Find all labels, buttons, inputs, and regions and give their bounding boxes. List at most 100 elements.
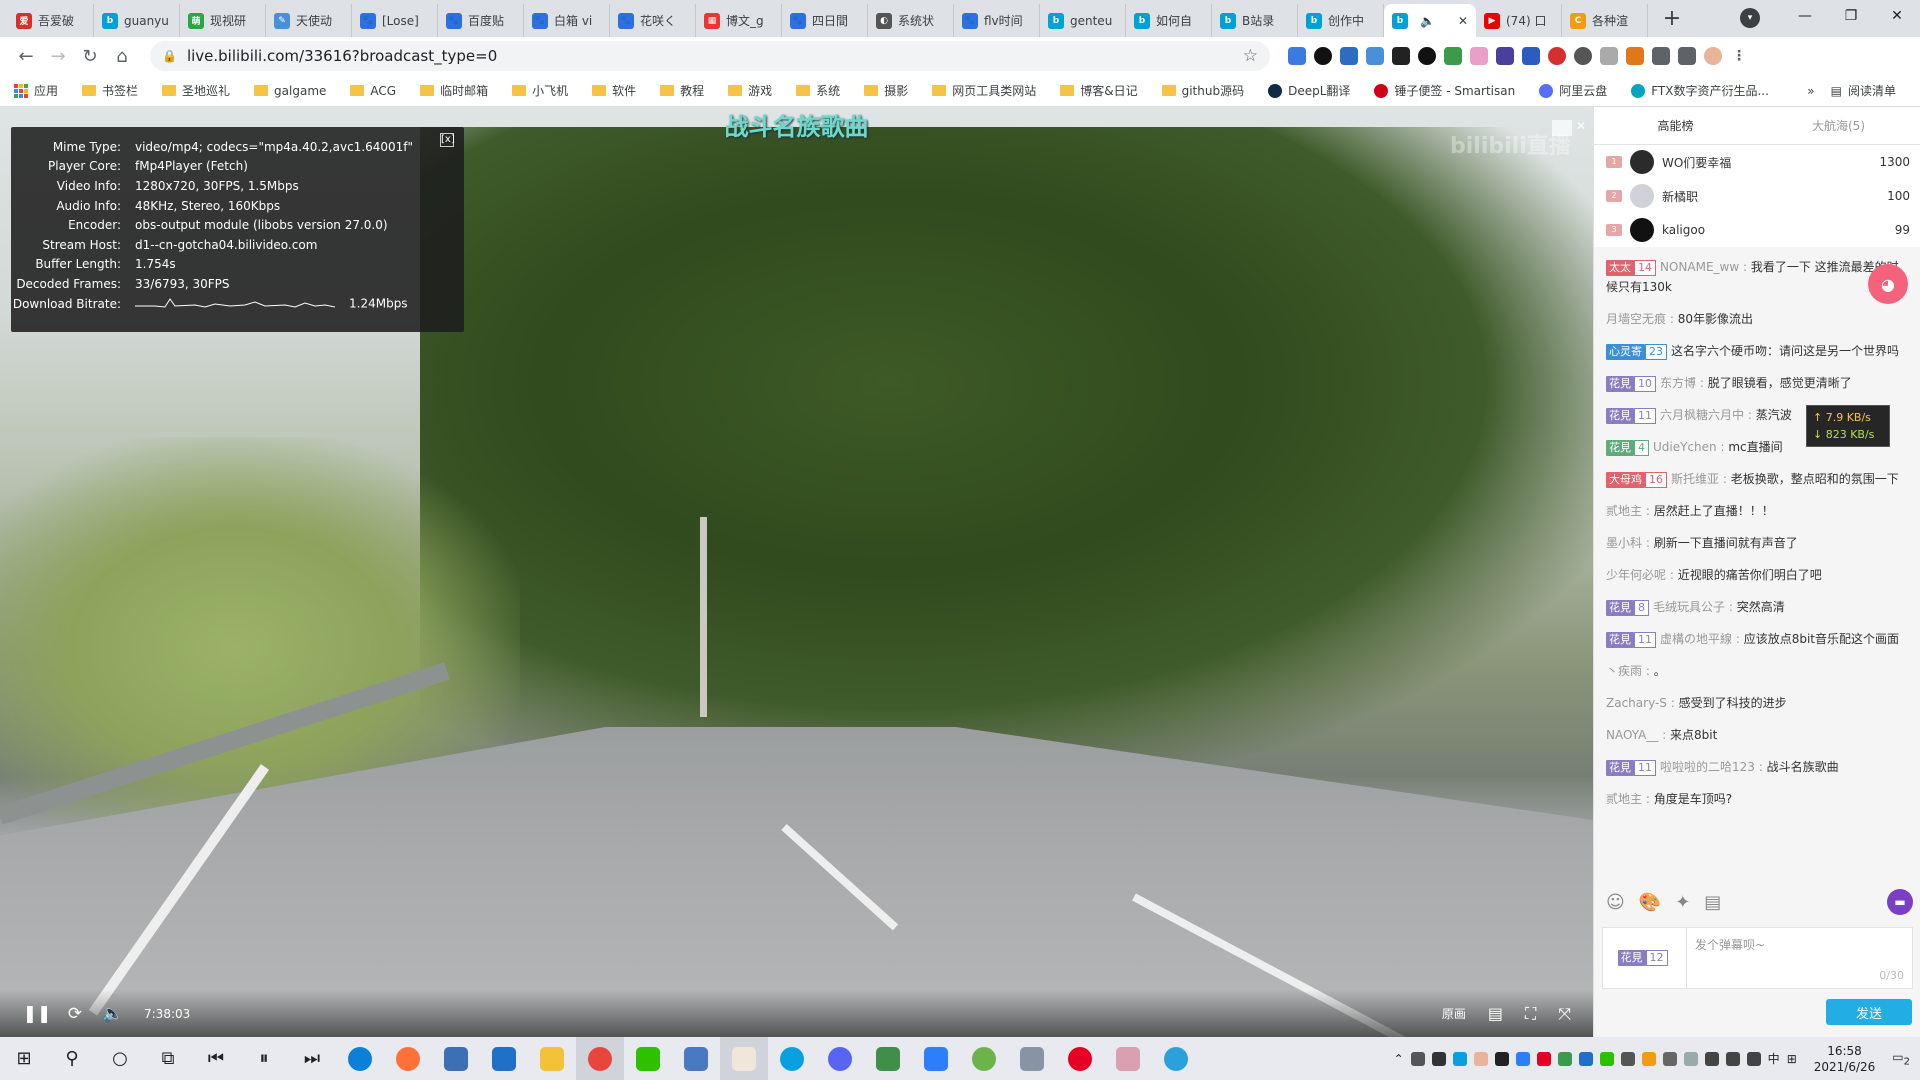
windows-start-icon[interactable]: ⊞ — [0, 1037, 48, 1080]
extension-icon[interactable] — [1288, 47, 1306, 65]
floating-cat-icon[interactable]: ◕ — [1868, 264, 1908, 304]
avatar[interactable] — [1630, 184, 1654, 208]
browser-tab[interactable]: ◐ 系统状 — [868, 4, 954, 37]
bookmark-item[interactable]: 阿里云盘 — [1539, 82, 1607, 99]
app-icon[interactable] — [720, 1037, 768, 1080]
chat-username[interactable]: UdieYchen — [1653, 440, 1717, 454]
chrome-icon[interactable] — [576, 1037, 624, 1080]
close-icon[interactable]: ✕ — [1576, 119, 1586, 133]
chat-bubble-icon[interactable]: ▬ — [1887, 889, 1913, 915]
bookmark-star-icon[interactable]: ☆ — [1243, 46, 1258, 66]
puzzle-icon[interactable] — [1652, 47, 1670, 65]
address-bar[interactable]: 🔒 live.bilibili.com/33616?broadcast_type… — [150, 41, 1270, 71]
avatar[interactable] — [1704, 47, 1722, 65]
previous-track-icon[interactable]: ⏮ — [192, 1037, 240, 1080]
firefox-icon[interactable] — [384, 1037, 432, 1080]
home-icon[interactable]: ⌂ — [106, 40, 138, 72]
back-icon[interactable]: ← — [10, 40, 42, 72]
chat-username[interactable]: 毛绒玩具公子 — [1653, 600, 1725, 614]
bookmark-item[interactable]: FTX数字资产衍生品... — [1631, 82, 1769, 99]
tray-icon[interactable] — [1557, 1051, 1572, 1066]
rank-username[interactable]: WO们要幸福 — [1662, 154, 1731, 171]
cortana-icon[interactable]: ○ — [96, 1037, 144, 1080]
gift-icon[interactable] — [1552, 120, 1572, 136]
extension-icon[interactable] — [1340, 47, 1358, 65]
search-icon[interactable]: ⚲ — [48, 1037, 96, 1080]
fan-medal-badge[interactable]: 心灵寄 — [1606, 344, 1645, 360]
discord-icon[interactable] — [816, 1037, 864, 1080]
browser-tab[interactable]: b 🔈 ✕ — [1384, 4, 1476, 37]
metamask-icon[interactable] — [1626, 47, 1644, 65]
browser-tab[interactable]: 🐾 flv时间 — [954, 4, 1040, 37]
tray-icon[interactable] — [1410, 1051, 1425, 1066]
extension-icon[interactable] — [1314, 47, 1332, 65]
fan-medal-badge[interactable]: 花見 — [1606, 632, 1634, 648]
tray-icon[interactable] — [1641, 1051, 1656, 1066]
extension-icon[interactable] — [1470, 47, 1488, 65]
chat-username[interactable]: 墨小科 — [1606, 536, 1642, 550]
bookmark-item[interactable]: 书签栏 — [82, 82, 138, 99]
tray-icon[interactable] — [1431, 1051, 1446, 1066]
fan-medal-badge[interactable]: 花見 — [1606, 600, 1634, 616]
extension-icon[interactable] — [1366, 47, 1384, 65]
wechat-icon[interactable] — [624, 1037, 672, 1080]
fullscreen-icon[interactable]: ⤧ — [1558, 1004, 1571, 1024]
media-icon[interactable] — [1678, 47, 1696, 65]
webfullscreen-icon[interactable]: ⛶ — [1525, 1004, 1536, 1024]
bookmark-item[interactable]: 临时邮箱 — [420, 82, 488, 99]
gift-icon[interactable]: ✦ — [1675, 892, 1690, 913]
search-app-icon[interactable] — [768, 1037, 816, 1080]
ime-indicator[interactable]: 中 — [1768, 1050, 1780, 1067]
chat-username[interactable]: 贰地主 — [1606, 792, 1642, 806]
tray-icon[interactable] — [1662, 1051, 1677, 1066]
chat-username[interactable]: Zachary-S — [1606, 696, 1667, 710]
bookmark-item[interactable]: 摄影 — [864, 82, 908, 99]
app-icon[interactable] — [912, 1037, 960, 1080]
bookmark-item[interactable]: 锤子便签 - Smartisan — [1374, 82, 1515, 99]
palette-icon[interactable]: 🎨 — [1639, 892, 1661, 913]
tray-icon[interactable] — [1599, 1051, 1614, 1066]
bookmarks-overflow-button[interactable]: » — [1807, 84, 1814, 98]
bookmark-item[interactable]: 圣地巡礼 — [162, 82, 230, 99]
browser-tab[interactable]: 爱吾爱破 — [8, 4, 94, 37]
chat-username[interactable]: 少年何必呢 — [1606, 568, 1666, 582]
bookmark-item[interactable]: 教程 — [660, 82, 704, 99]
tab-search-icon[interactable]: ▾ — [1740, 8, 1760, 28]
task-view-icon[interactable]: ⧉ — [144, 1037, 192, 1080]
bookmark-item[interactable]: 博客&日记 — [1060, 82, 1138, 99]
telegram-icon[interactable] — [1152, 1037, 1200, 1080]
app-icon[interactable] — [1104, 1037, 1152, 1080]
tray-icon[interactable] — [1515, 1051, 1530, 1066]
app-icon[interactable] — [1008, 1037, 1056, 1080]
bookmark-item[interactable]: 应用 — [14, 82, 58, 99]
rank-username[interactable]: kaligoo — [1662, 223, 1705, 237]
bookmark-item[interactable]: 系统 — [796, 82, 840, 99]
tray-icon[interactable] — [1473, 1051, 1488, 1066]
tray-icon[interactable] — [1494, 1051, 1509, 1066]
extension-icon[interactable] — [1444, 47, 1462, 65]
edge-icon[interactable] — [336, 1037, 384, 1080]
adblock-icon[interactable] — [1548, 47, 1566, 65]
danmaku-toggle-icon[interactable]: ▤ — [1488, 1004, 1503, 1023]
bookmark-item[interactable]: 软件 — [592, 82, 636, 99]
send-button[interactable]: 发送 — [1826, 999, 1912, 1025]
next-track-icon[interactable]: ⏭ — [288, 1037, 336, 1080]
browser-tab[interactable]: 🐾 白箱 vi — [524, 4, 610, 37]
extension-icon[interactable] — [1418, 47, 1436, 65]
quality-button[interactable]: 原画 — [1442, 1005, 1466, 1022]
fan-medal-badge[interactable]: 花見 — [1606, 440, 1634, 456]
fan-medal-badge[interactable]: 大母鸡 — [1606, 472, 1645, 488]
browser-tab[interactable]: C 各种渲 — [1562, 4, 1648, 37]
emoji-icon[interactable]: ☺ — [1606, 892, 1625, 913]
fan-medal-badge[interactable]: 花見 — [1606, 408, 1634, 424]
reload-icon[interactable]: ↻ — [74, 40, 106, 72]
forward-icon[interactable]: → — [42, 40, 74, 72]
chevron-up-icon[interactable]: ⌃ — [1394, 1052, 1404, 1066]
store-icon[interactable] — [432, 1037, 480, 1080]
browser-tab[interactable]: 🐾 花咲く — [610, 4, 696, 37]
restore-button[interactable]: ❐ — [1828, 0, 1874, 32]
app-icon[interactable] — [960, 1037, 1008, 1080]
chat-username[interactable]: 贰地主 — [1606, 504, 1642, 518]
browser-tab[interactable]: 🐾 四日間 — [782, 4, 868, 37]
browser-tab[interactable]: ✎ 天使动 — [266, 4, 352, 37]
